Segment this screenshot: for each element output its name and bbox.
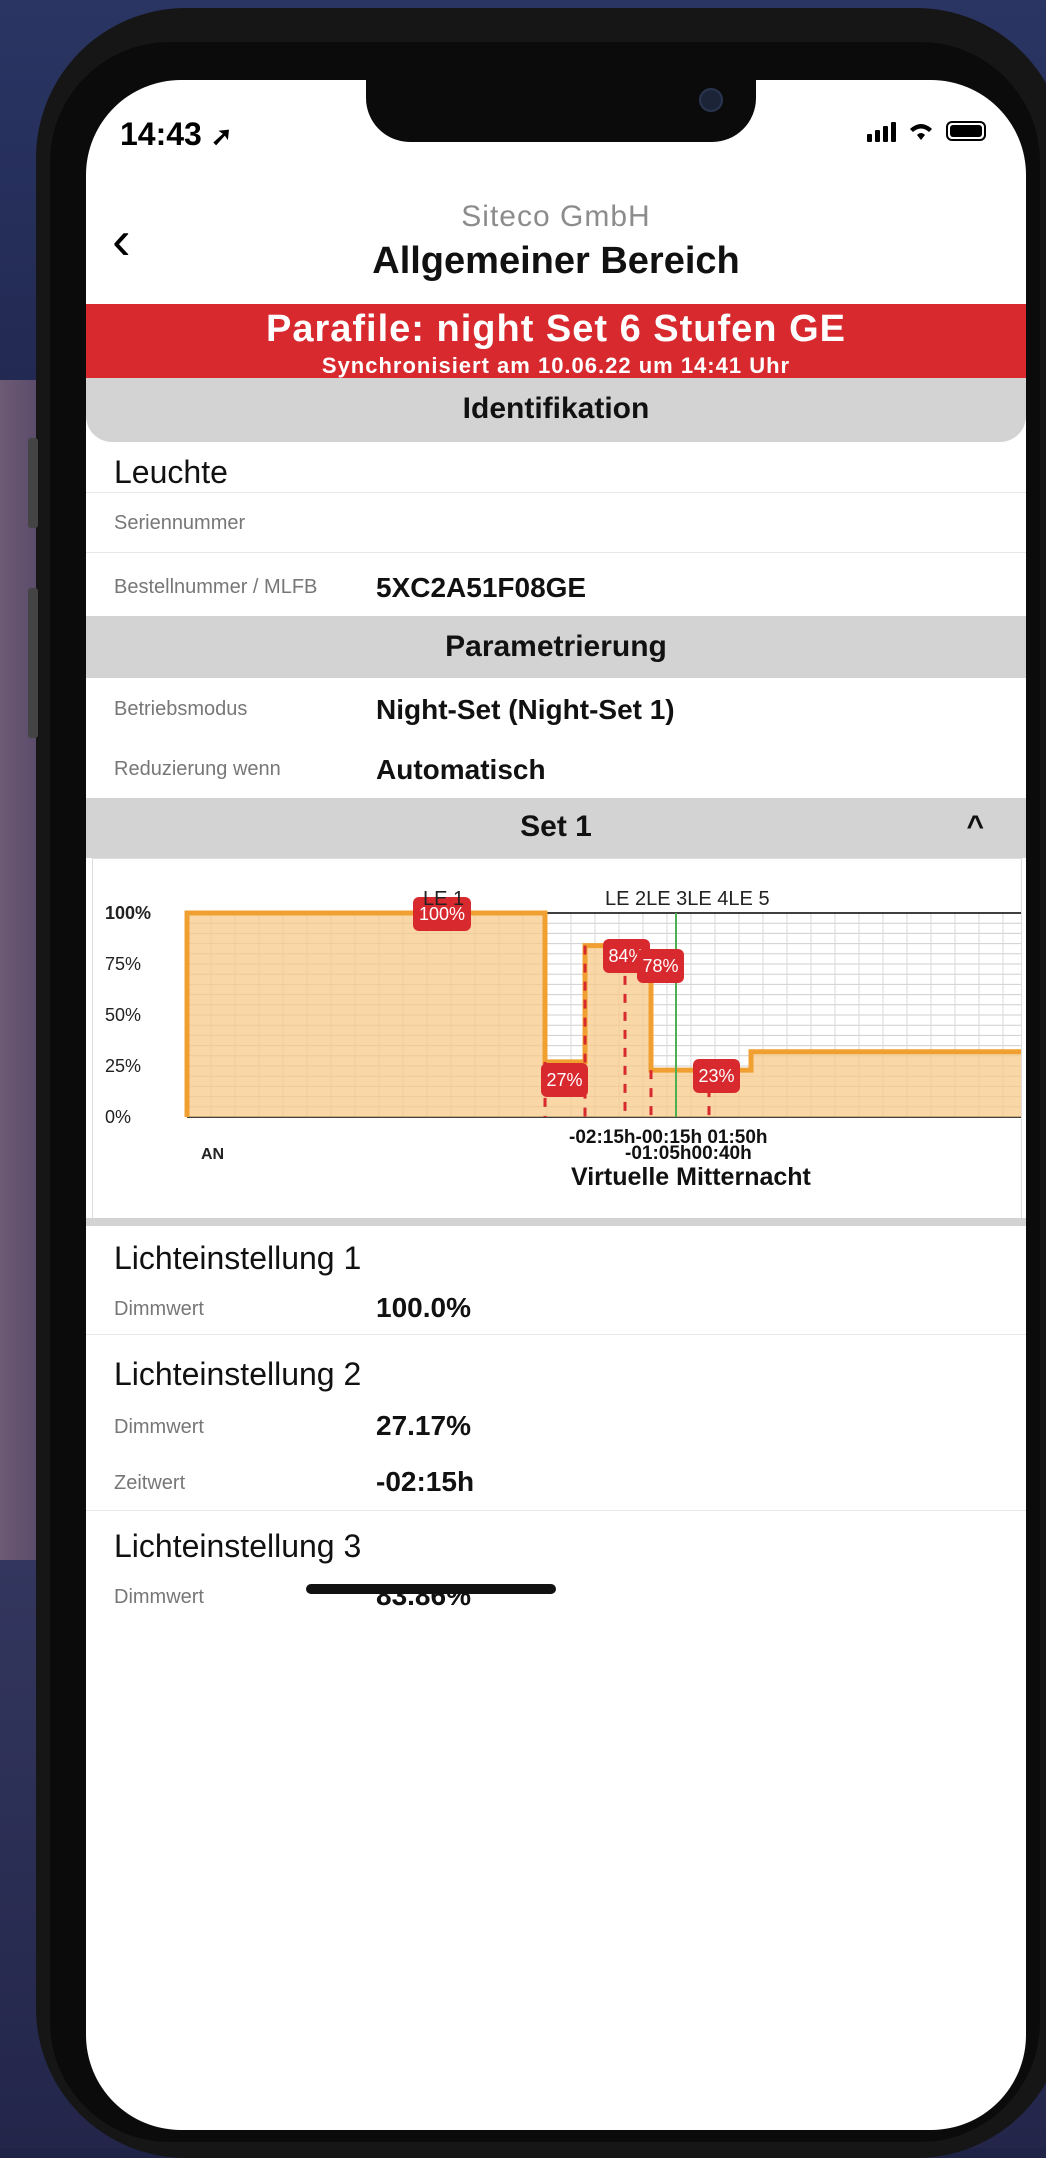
light-setting-2-time-row: Zeitwert -02:15h [86,1454,1026,1511]
order-number-value: 5XC2A51F08GE [376,572,587,603]
light-setting-title: Lichteinstellung 3 [114,1528,362,1564]
value-badge-label: 23% [698,1066,734,1086]
time-value: -02:15h [376,1466,475,1497]
order-number-row: Bestellnummer / MLFB 5XC2A51F08GE [86,552,1026,617]
wifi-icon [910,124,932,140]
y-tick-label: 50% [105,1005,141,1025]
phone-notch [366,80,756,142]
dim-label: Dimmwert [114,1298,204,1320]
banner-subtitle: Synchronisiert am 10.06.22 um 14:41 Uhr [321,353,791,378]
status-time: 14:43 ➚ [120,116,233,153]
reduce-label: Reduzierung wenn [114,758,281,780]
dimming-chart-svg: 100%75%50%25%0% 100%27%84%78%23% LE 1 LE… [105,888,1021,1191]
home-indicator[interactable] [306,1584,556,1594]
serial-row: Seriennummer [86,492,1026,553]
light-setting-1-header: Lichteinstellung 1 [86,1226,1026,1282]
device-title: Leuchte [114,454,228,490]
level-labels-top: LE 2LE 3LE 4LE 5 [605,888,770,910]
location-arrow-icon: ➚ [210,121,233,151]
company-name: Siteco GmbH [461,200,651,233]
sync-banner: Parafile: night Set 6 Stufen GE Synchron… [86,304,1026,378]
value-badge-label: 78% [642,956,678,976]
banner-title: Parafile: night Set 6 Stufen GE [266,308,846,350]
page-title: Allgemeiner Bereich [372,240,740,282]
camera-icon [699,88,723,112]
light-setting-3-header: Lichteinstellung 3 [86,1512,1026,1570]
light-setting-1-dim-row: Dimmwert 100.0% [86,1282,1026,1335]
chart-y-ticks: 100% 75% 50% 25% 0% [105,903,151,1127]
light-setting-title: Lichteinstellung 1 [114,1240,362,1276]
serial-label: Seriennummer [114,512,246,534]
chevron-up-icon[interactable]: ^ [966,798,984,856]
dim-label: Dimmwert [114,1586,204,1608]
time-labels-row2: -01:05h00:40h [625,1143,752,1164]
light-setting-3-dim-row: Dimmwert 83.86% [86,1570,1026,1620]
dim-value: 100.0% [376,1292,471,1323]
y-tick-label: 75% [105,954,141,974]
dimming-chart: 100% 75% 50% 25% 0% 100% 27% 84% 78% 23% LE 1 LE… [92,858,1022,1220]
device-header-row: Leuchte [86,442,1026,493]
set-title: Set 1 [520,810,592,843]
light-setting-2-dim-row: Dimmwert 27.17% [86,1396,1026,1454]
level-label-le1: LE 1 [423,888,464,910]
order-number-label: Bestellnummer / MLFB [114,576,318,598]
phone-side-button [28,438,38,528]
app-screen: 14:43 ➚ ‹ Siteco GmbH Allgemeiner Bereic… [86,80,1026,2130]
reduce-row: Reduzierung wenn Automatisch [86,738,1026,798]
light-setting-title: Lichteinstellung 2 [114,1356,362,1392]
status-time-text: 14:43 [120,116,202,152]
dim-value: 27.17% [376,1410,471,1441]
mode-value: Night-Set (Night-Set 1) [376,694,675,725]
section-set-toggle[interactable]: Set 1 ^ [86,798,1026,858]
cellular-signal-icon [867,120,896,142]
light-setting-2-header: Lichteinstellung 2 [86,1336,1026,1396]
status-icons [867,120,986,142]
section-identification: Identifikation [86,378,1026,442]
y-tick-label: 0% [105,1107,131,1127]
section-parametrization: Parametrierung [86,616,1026,678]
chart-footer-label: Virtuelle Mitternacht [571,1163,812,1191]
dim-label: Dimmwert [114,1416,204,1438]
battery-icon [946,121,986,141]
phone-volume-button [28,588,38,738]
time-label: Zeitwert [114,1472,186,1494]
chart-start-label: AN [201,1146,224,1163]
mode-row: Betriebsmodus Night-Set (Night-Set 1) [86,678,1026,738]
y-tick-label: 25% [105,1056,141,1076]
chart-divider [86,1218,1026,1226]
reduce-value: Automatisch [376,754,546,785]
mode-label: Betriebsmodus [114,698,248,720]
value-badge-label: 27% [546,1070,582,1090]
y-tick-label: 100% [105,903,151,923]
